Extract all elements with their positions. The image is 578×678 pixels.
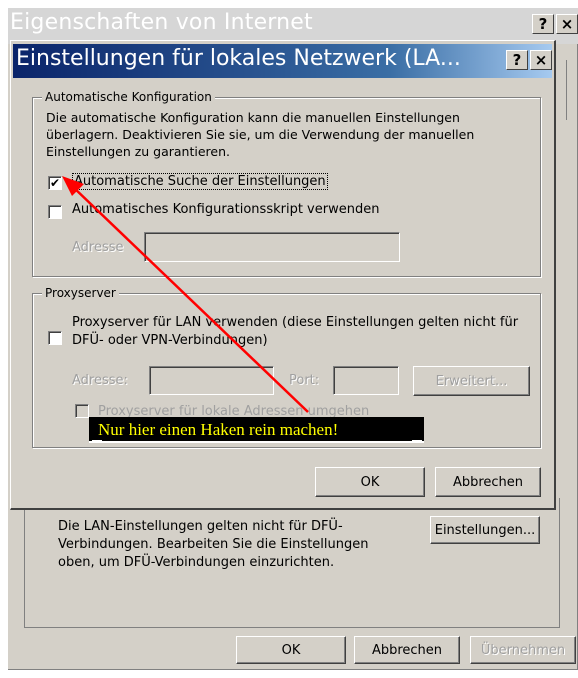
advanced-button[interactable]: Erweitert... <box>413 366 530 396</box>
proxy-port-field[interactable] <box>333 366 399 395</box>
auto-script-address-label: Adresse <box>72 240 124 255</box>
outer-help-button[interactable]: ? <box>532 14 554 34</box>
auto-script-address-field[interactable] <box>144 232 400 262</box>
outer-cancel-button[interactable]: Abbrechen <box>354 636 460 664</box>
annotation-underline-right <box>412 440 422 441</box>
lan-settings-note: Die LAN-Einstellungen gelten nicht für D… <box>58 519 369 570</box>
auto-script-label[interactable]: Automatisches Konfigurationsskript verwe… <box>72 202 379 217</box>
annotation-text: Nur hier einen Haken rein machen! <box>98 420 339 439</box>
auto-detect-label[interactable]: Automatische Suche der Einstellungen <box>72 173 328 190</box>
outer-close-button[interactable]: × <box>556 14 578 34</box>
auto-detect-checkbox[interactable]: ✔ <box>48 176 62 190</box>
annotation-underline-left <box>92 440 102 441</box>
outer-apply-button[interactable]: Übernehmen <box>470 636 576 664</box>
dialog-help-button[interactable]: ? <box>506 50 528 70</box>
auto-script-checkbox[interactable] <box>48 205 62 219</box>
use-proxy-checkbox[interactable] <box>48 331 62 345</box>
dialog-ok-button[interactable]: OK <box>315 467 425 497</box>
proxy-legend: Proxyserver <box>42 286 119 300</box>
dialog-close-button[interactable]: × <box>530 50 552 70</box>
bypass-local-checkbox[interactable] <box>75 404 89 418</box>
dialog-cancel-button[interactable]: Abbrechen <box>435 467 541 497</box>
dialog-title: Einstellungen für lokales Netzwerk (LA..… <box>16 46 461 71</box>
lan-settings-button[interactable]: Einstellungen... <box>430 516 540 544</box>
outer-scrollbar[interactable] <box>566 60 578 120</box>
proxy-port-label: Port: <box>289 373 320 388</box>
internet-properties-title: Eigenschaften von Internet <box>10 10 313 35</box>
proxy-address-label: Adresse: <box>72 373 128 388</box>
proxy-address-field[interactable] <box>149 366 274 395</box>
use-proxy-label[interactable]: Proxyserver für LAN verwenden (diese Ein… <box>72 314 532 350</box>
outer-ok-button[interactable]: OK <box>236 636 346 664</box>
auto-config-description: Die automatische Konfiguration kann die … <box>46 110 475 159</box>
auto-config-legend: Automatische Konfiguration <box>42 90 215 104</box>
